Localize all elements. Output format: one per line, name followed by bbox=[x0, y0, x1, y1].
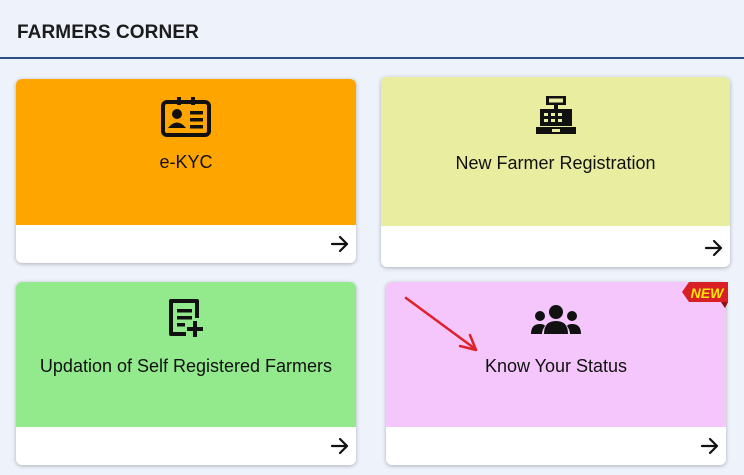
arrow-right-icon[interactable] bbox=[330, 234, 350, 254]
card-ekyc-label: e-KYC bbox=[159, 152, 213, 172]
card-new-farmer-registration[interactable]: New Farmer Registration bbox=[381, 77, 730, 267]
card-registration-label: New Farmer Registration bbox=[455, 153, 656, 173]
arrow-right-icon[interactable] bbox=[330, 436, 350, 456]
group-users-icon bbox=[531, 305, 581, 334]
new-badge-text: NEW bbox=[691, 285, 725, 301]
card-updation-self-registered[interactable]: Updation of Self Registered Farmers bbox=[16, 282, 356, 465]
document-add-icon bbox=[169, 299, 203, 337]
id-card-icon bbox=[161, 97, 211, 137]
cash-register-icon bbox=[535, 96, 576, 134]
section-title: FARMERS CORNER bbox=[17, 22, 199, 43]
card-ekyc[interactable]: e-KYC bbox=[16, 79, 356, 263]
card-status-label: Know Your Status bbox=[484, 356, 628, 376]
annotation-arrow-icon bbox=[404, 296, 478, 352]
title-divider bbox=[0, 57, 744, 59]
arrow-right-icon[interactable] bbox=[700, 436, 720, 456]
arrow-right-icon[interactable] bbox=[704, 238, 724, 258]
card-updation-label: Updation of Self Registered Farmers bbox=[39, 356, 333, 376]
new-badge: NEW bbox=[682, 282, 728, 308]
